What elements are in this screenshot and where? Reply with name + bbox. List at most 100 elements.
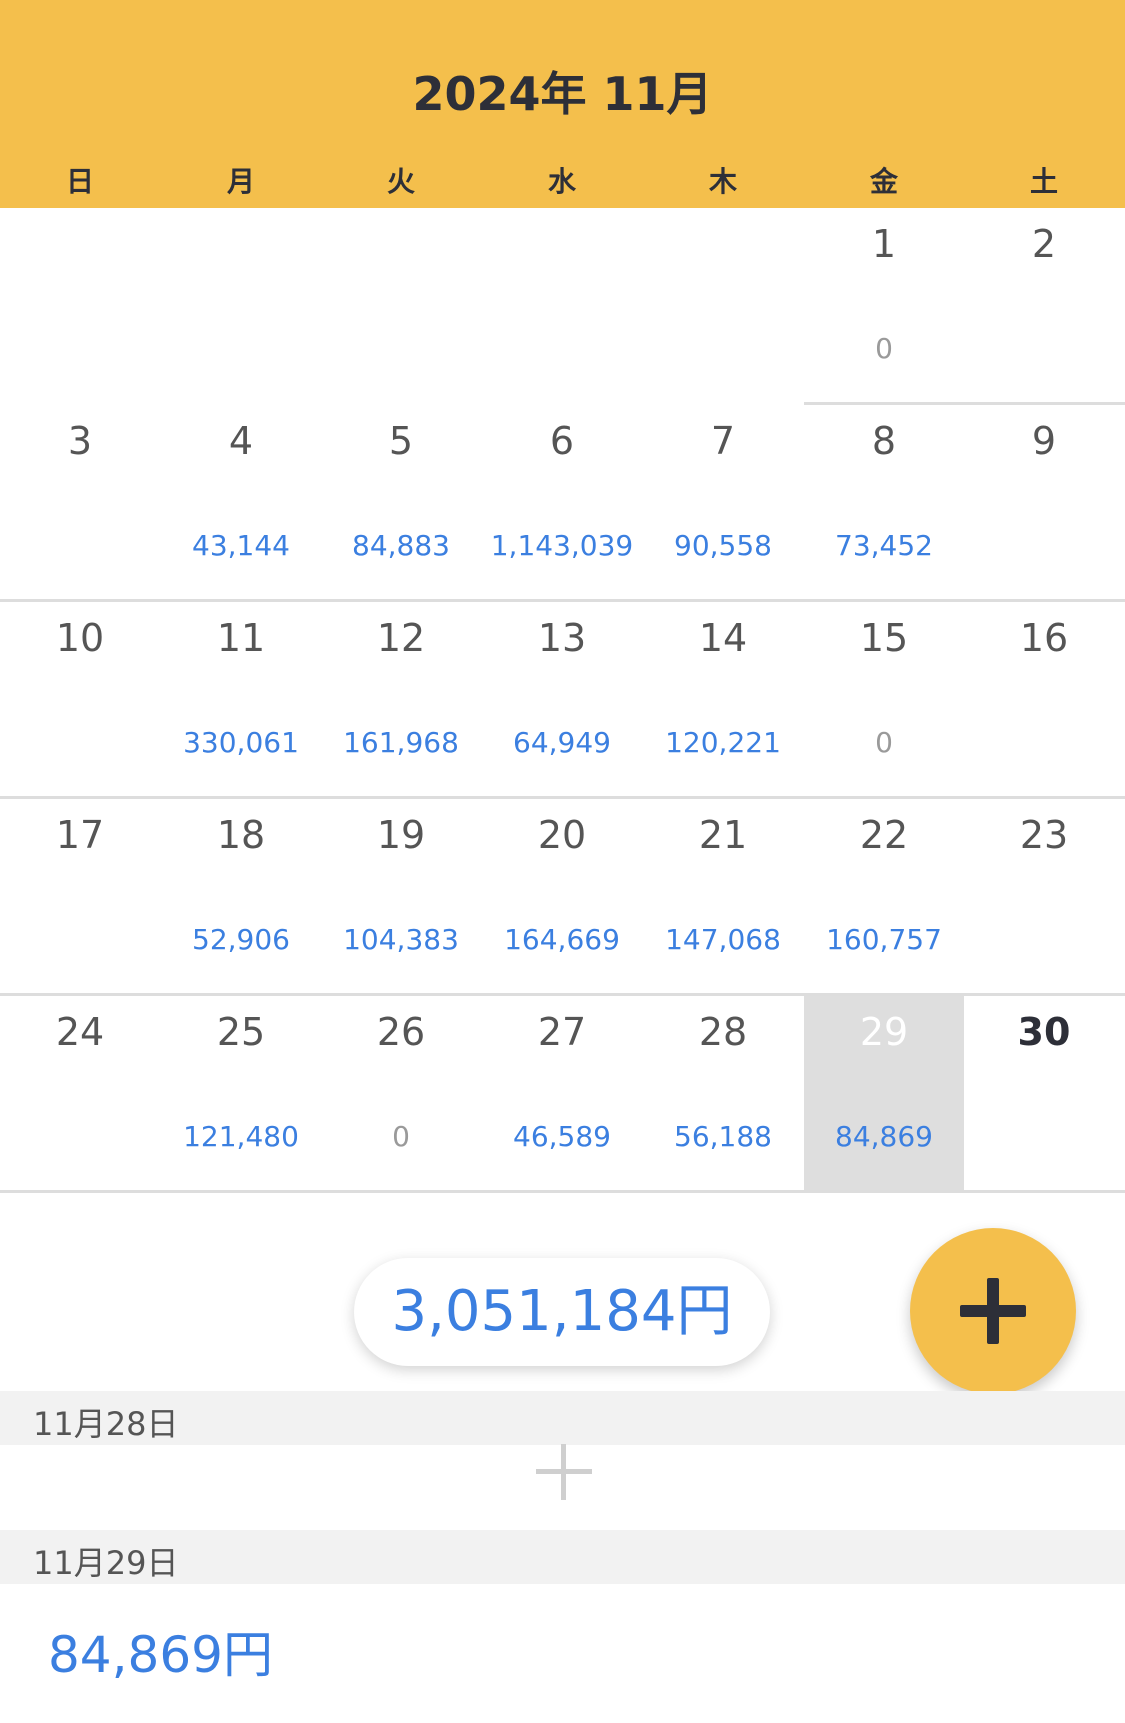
calendar-day-cell[interactable]: 19 104,383	[321, 799, 481, 995]
day-amount: 104,383	[343, 923, 459, 956]
monthly-total[interactable]: 3,051,184円	[354, 1258, 770, 1366]
day-amount: 64,949	[513, 726, 611, 759]
calendar-day-cell[interactable]: 26 0	[321, 996, 481, 1192]
day-number: 20	[537, 813, 587, 857]
calendar-day-cell[interactable]: 16	[964, 602, 1124, 798]
day-number: 23	[1019, 813, 1069, 857]
calendar-day-cell[interactable]: 28 56,188	[643, 996, 803, 1192]
calendar-day-cell[interactable]: 22 160,757	[804, 799, 964, 995]
section-header: 11月29日	[0, 1530, 1125, 1584]
calendar-day-cell[interactable]: 17	[0, 799, 160, 995]
calendar-day-cell[interactable]: 21 147,068	[643, 799, 803, 995]
calendar-day-cell[interactable]: 15 0	[804, 602, 964, 798]
day-number: 19	[376, 813, 426, 857]
day-number: 24	[55, 1010, 105, 1054]
calendar-day-cell[interactable]: 10	[804, 208, 964, 404]
day-number: 22	[859, 813, 909, 857]
day-number: 11	[216, 616, 266, 660]
calendar-day-cell[interactable]: 29 84,869	[804, 996, 964, 1192]
day-number: 7	[710, 419, 736, 463]
day-number: 5	[388, 419, 414, 463]
day-amount: 0	[392, 1120, 410, 1153]
calendar-day-cell[interactable]: 24	[0, 996, 160, 1192]
calendar-day-cell[interactable]: 2	[964, 208, 1124, 404]
calendar-day-cell[interactable]: 8 73,452	[804, 405, 964, 601]
calendar-day-cell[interactable]: 20 164,669	[482, 799, 642, 995]
weekday-label: 木	[708, 165, 737, 198]
entry-amount[interactable]: 84,869円	[48, 1615, 273, 1687]
weekday-label: 火	[386, 165, 415, 198]
plus-icon-stroke	[987, 1278, 999, 1344]
calendar-day-cell[interactable]: 18 52,906	[161, 799, 321, 995]
calendar-day-cell[interactable]: 13 64,949	[482, 602, 642, 798]
calendar-day-cell[interactable]: 7 90,558	[643, 405, 803, 601]
calendar-day-cell[interactable]: 6 1,143,039	[482, 405, 642, 601]
day-number: 15	[859, 616, 909, 660]
day-number: 18	[216, 813, 266, 857]
day-number: 28	[698, 1010, 748, 1054]
day-number: 16	[1019, 616, 1069, 660]
day-amount: 52,906	[192, 923, 290, 956]
calendar-day-cell[interactable]: 27 46,589	[482, 996, 642, 1192]
row-divider	[0, 599, 1125, 602]
day-number: 1	[871, 222, 897, 266]
calendar-day-cell[interactable]: 10	[0, 602, 160, 798]
calendar-day-cell[interactable]: 30	[964, 996, 1124, 1192]
section-date: 11月29日	[33, 1544, 179, 1582]
day-amount: 121,480	[183, 1120, 299, 1153]
day-number: 25	[216, 1010, 266, 1054]
day-number: 10	[55, 616, 105, 660]
calendar-day-cell[interactable]: 11 330,061	[161, 602, 321, 798]
calendar-day-cell[interactable]: 14 120,221	[643, 602, 803, 798]
calendar-day-cell[interactable]: 12 161,968	[321, 602, 481, 798]
day-number: 2	[1031, 222, 1057, 266]
add-entry-button[interactable]	[910, 1228, 1076, 1394]
add-entry-row-plus-icon[interactable]	[536, 1444, 592, 1500]
plus-icon-stroke	[561, 1444, 566, 1500]
row-divider	[804, 402, 1125, 405]
day-number: 26	[376, 1010, 426, 1054]
month-title[interactable]: 2024年 11月	[0, 58, 1125, 124]
calendar-day-cell[interactable]: 4 43,144	[161, 405, 321, 601]
day-number: 4	[228, 419, 254, 463]
row-divider	[0, 796, 1125, 799]
day-number: 17	[55, 813, 105, 857]
calendar-day-cell[interactable]: 25 121,480	[161, 996, 321, 1192]
calendar-day-cell[interactable]: 3	[0, 405, 160, 601]
calendar-grid: 1 0 2 3 4 43,144 5 84,883 6 1,143,039 7 90,558 8 73,4…	[0, 208, 1125, 1193]
day-amount: 56,188	[674, 1120, 772, 1153]
day-amount: 46,589	[513, 1120, 611, 1153]
day-amount: 1,143,039	[490, 529, 634, 562]
day-number: 12	[376, 616, 426, 660]
day-amount: 0	[875, 332, 893, 365]
day-amount: 84,883	[352, 529, 450, 562]
day-amount: 90,558	[674, 529, 772, 562]
day-amount: 43,144	[192, 529, 290, 562]
day-number: 9	[1031, 419, 1057, 463]
day-amount: 0	[875, 726, 893, 759]
day-amount: 120,221	[665, 726, 781, 759]
calendar-day-cell[interactable]: 9	[964, 405, 1124, 601]
day-amount: 160,757	[826, 923, 942, 956]
weekday-label: 水	[547, 165, 576, 198]
app-header: 2024年 11月 日 月 火 水 木 金 土	[0, 0, 1125, 208]
calendar-day-cell[interactable]: 5 84,883	[321, 405, 481, 601]
day-amount: 161,968	[343, 726, 459, 759]
day-amount: 73,452	[835, 529, 933, 562]
weekday-label: 月	[226, 165, 255, 198]
day-number: 29	[859, 1010, 909, 1054]
day-number: 13	[537, 616, 587, 660]
day-amount: 164,669	[504, 923, 620, 956]
day-number: 30	[1017, 1010, 1071, 1054]
day-number: 3	[67, 419, 93, 463]
day-amount: 147,068	[665, 923, 781, 956]
weekday-label: 日	[65, 165, 94, 198]
weekday-label: 金	[869, 165, 898, 198]
section-date: 11月28日	[33, 1405, 179, 1443]
weekday-row: 日 月 火 水 木 金 土	[0, 160, 1125, 200]
section-header: 11月28日	[0, 1391, 1125, 1445]
calendar-day-cell[interactable]: 23	[964, 799, 1124, 995]
day-amount: 84,869	[835, 1120, 933, 1153]
row-divider	[0, 1190, 1125, 1193]
day-amount: 330,061	[183, 726, 299, 759]
